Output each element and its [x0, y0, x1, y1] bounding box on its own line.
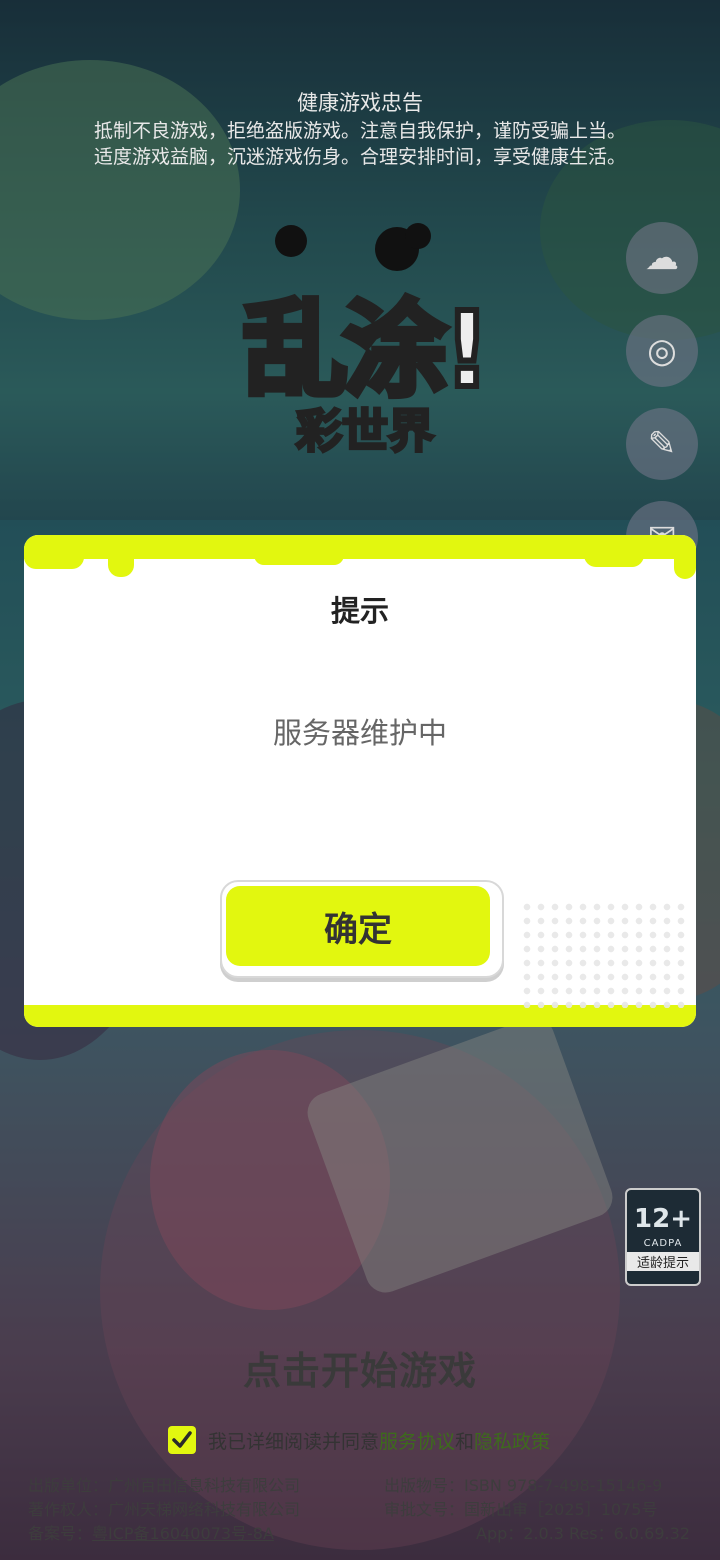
repair-icon[interactable]: ✎	[626, 408, 698, 480]
age-rating-badge[interactable]: 12+ CADPA 适龄提示	[625, 1188, 701, 1286]
icp-label: 备案号：	[28, 1524, 93, 1543]
game-logo: 乱涂! 彩世界	[170, 223, 560, 465]
dialog-paint-drip	[108, 555, 134, 577]
check-icon	[172, 1431, 192, 1448]
footer-right: 出版物号：ISBN 978-7-498-15146-9 审批文号：国新出审［20…	[384, 1474, 690, 1546]
age-rating-value: 12+	[634, 1204, 692, 1234]
copyright-text: 著作权人：广州天梯网络科技有限公司	[28, 1500, 301, 1519]
logo-paint-drop	[405, 223, 431, 249]
age-rating-tip: 适龄提示	[627, 1252, 699, 1271]
weather-icon[interactable]: ☁	[626, 222, 698, 294]
logo-subtitle: 彩世界	[295, 403, 436, 460]
privacy-policy-link[interactable]: 隐私政策	[474, 1427, 550, 1454]
dialog-paint-drip	[254, 555, 344, 565]
dialog-bottom-stripe	[24, 1005, 696, 1027]
confirm-button[interactable]: 确定	[226, 886, 490, 966]
start-game-text[interactable]: 点击开始游戏	[0, 1340, 720, 1395]
isbn-text: 出版物号：ISBN 978-7-498-15146-9	[384, 1476, 663, 1495]
agreement-joiner: 和	[455, 1430, 475, 1453]
icp-link[interactable]: 粤ICP备16040073号-8A	[92, 1524, 274, 1543]
footer-left: 出版单位：广州百田信息科技有限公司 著作权人：广州天梯网络科技有限公司 备案号：…	[28, 1474, 300, 1546]
icp-row: 备案号：粤ICP备16040073号-8A	[28, 1522, 300, 1546]
health-notice-line: 适度游戏益脑，沉迷游戏伤身。合理安排时间，享受健康生活。	[93, 146, 626, 168]
customer-service-icon[interactable]: ◎	[626, 315, 698, 387]
logo-title: 乱涂!	[240, 286, 493, 414]
dialog-message: 服务器维护中	[272, 716, 447, 750]
health-notice-title: 健康游戏忠告	[297, 91, 423, 115]
logo-paint-drop	[275, 225, 307, 257]
version-text: App：2.0.3 Res：6.0.69.32	[476, 1524, 690, 1543]
health-notice: 健康游戏忠告 抵制不良游戏，拒绝盗版游戏。注意自我保护，谨防受骗上当。 适度游戏…	[0, 88, 720, 170]
health-notice-line: 抵制不良游戏，拒绝盗版游戏。注意自我保护，谨防受骗上当。	[93, 120, 626, 142]
agreement-prefix: 我已详细阅读并同意	[208, 1430, 380, 1453]
service-agreement-link[interactable]: 服务协议	[379, 1427, 455, 1454]
approval-text: 审批文号：国新出审［2025］1075号	[384, 1500, 658, 1519]
agreement-row: 我已详细阅读并同意 服务协议 和 隐私政策	[168, 1424, 550, 1456]
dialog-paint-drip	[674, 555, 696, 579]
dialog-paint-drip	[24, 555, 84, 569]
agreement-checkbox[interactable]	[168, 1426, 196, 1454]
publisher-text: 出版单位：广州百田信息科技有限公司	[28, 1476, 301, 1495]
dialog-title: 提示	[330, 594, 389, 628]
age-rating-org: CADPA	[643, 1238, 683, 1249]
dialog-dot-pattern	[520, 900, 690, 1008]
dialog-paint-drip	[584, 555, 644, 567]
